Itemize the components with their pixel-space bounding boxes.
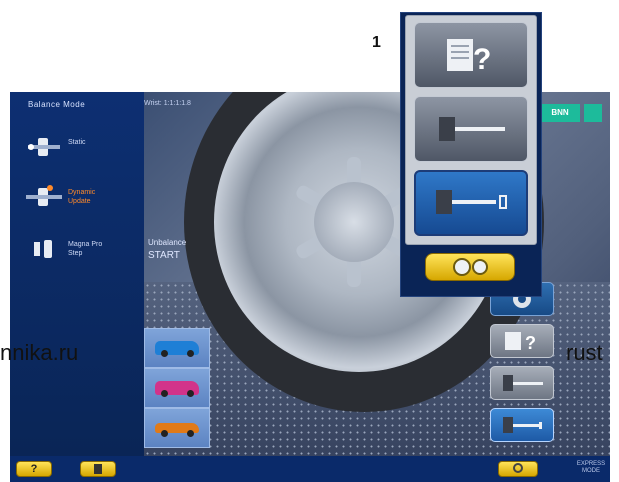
help-button[interactable]: ? xyxy=(16,461,52,477)
mode-static[interactable]: Static xyxy=(24,130,142,164)
weight-tool-icon xyxy=(503,375,543,391)
help-icon: ? xyxy=(505,332,536,353)
wheel-dot xyxy=(161,390,168,397)
popup-panel: ? xyxy=(405,15,537,245)
center-value: START xyxy=(148,250,180,261)
popup-weight-tool-selected-button[interactable] xyxy=(414,170,528,236)
popup-weight-tool-button[interactable] xyxy=(414,96,528,162)
mode-dynamic[interactable]: Dynamic Update xyxy=(24,180,142,214)
svg-text:?: ? xyxy=(525,333,536,353)
wheel-dot xyxy=(187,350,194,357)
gear-icon xyxy=(513,463,523,473)
top-readout: Wrist: 1:1:1:1.8 xyxy=(144,100,191,107)
weight-tool-icon xyxy=(436,190,507,214)
bottom-bar: ? xyxy=(10,456,610,482)
settings-button[interactable] xyxy=(498,461,538,477)
vehicle-van-button[interactable] xyxy=(144,328,210,368)
popup-help-button[interactable]: ? xyxy=(414,22,528,88)
wheel-dot xyxy=(161,350,168,357)
brand-logo: BNN xyxy=(540,104,580,122)
watermark-left: nnika.ru xyxy=(0,340,79,365)
mode-label: Static xyxy=(68,139,86,146)
hub xyxy=(314,182,394,262)
status-text: EXPRESS MODE xyxy=(576,461,606,474)
brand-mark-icon xyxy=(584,104,602,122)
wheel-dot xyxy=(187,430,194,437)
mode-magna[interactable]: Magna Pro Step xyxy=(24,232,142,266)
vehicle-car-button[interactable] xyxy=(144,408,210,448)
weight-tool-button[interactable] xyxy=(490,366,554,400)
weight-icon xyxy=(94,464,102,474)
sidebar-title: Balance Mode xyxy=(28,100,86,109)
sidebar: Balance Mode Static Dynamic Update Magna… xyxy=(10,92,144,456)
magna-weight-icon xyxy=(34,240,52,258)
mode-label: Magna Pro Step xyxy=(68,241,103,257)
wheel-dot xyxy=(187,390,194,397)
center-label: Unbalance xyxy=(148,238,187,247)
dynamic-weight-icon xyxy=(26,185,62,206)
callout-number: 1 xyxy=(372,34,381,51)
watermark-right: rust xyxy=(566,340,603,365)
mode-button[interactable] xyxy=(80,461,116,477)
popup-settings-button[interactable] xyxy=(425,253,515,281)
weight-tool-icon xyxy=(503,417,542,433)
gear-icon xyxy=(453,258,488,276)
mode-label: Dynamic Update xyxy=(68,189,96,205)
wheel-dot xyxy=(161,430,168,437)
popup-menu: ? xyxy=(400,12,542,297)
weight-tool-selected-button[interactable] xyxy=(490,408,554,442)
vehicle-suv-button[interactable] xyxy=(144,368,210,408)
static-weight-icon xyxy=(28,138,60,156)
help-icon: ? xyxy=(447,39,491,76)
weight-tool-icon xyxy=(439,117,505,141)
svg-text:?: ? xyxy=(473,43,491,76)
help-button[interactable]: ? xyxy=(490,324,554,358)
